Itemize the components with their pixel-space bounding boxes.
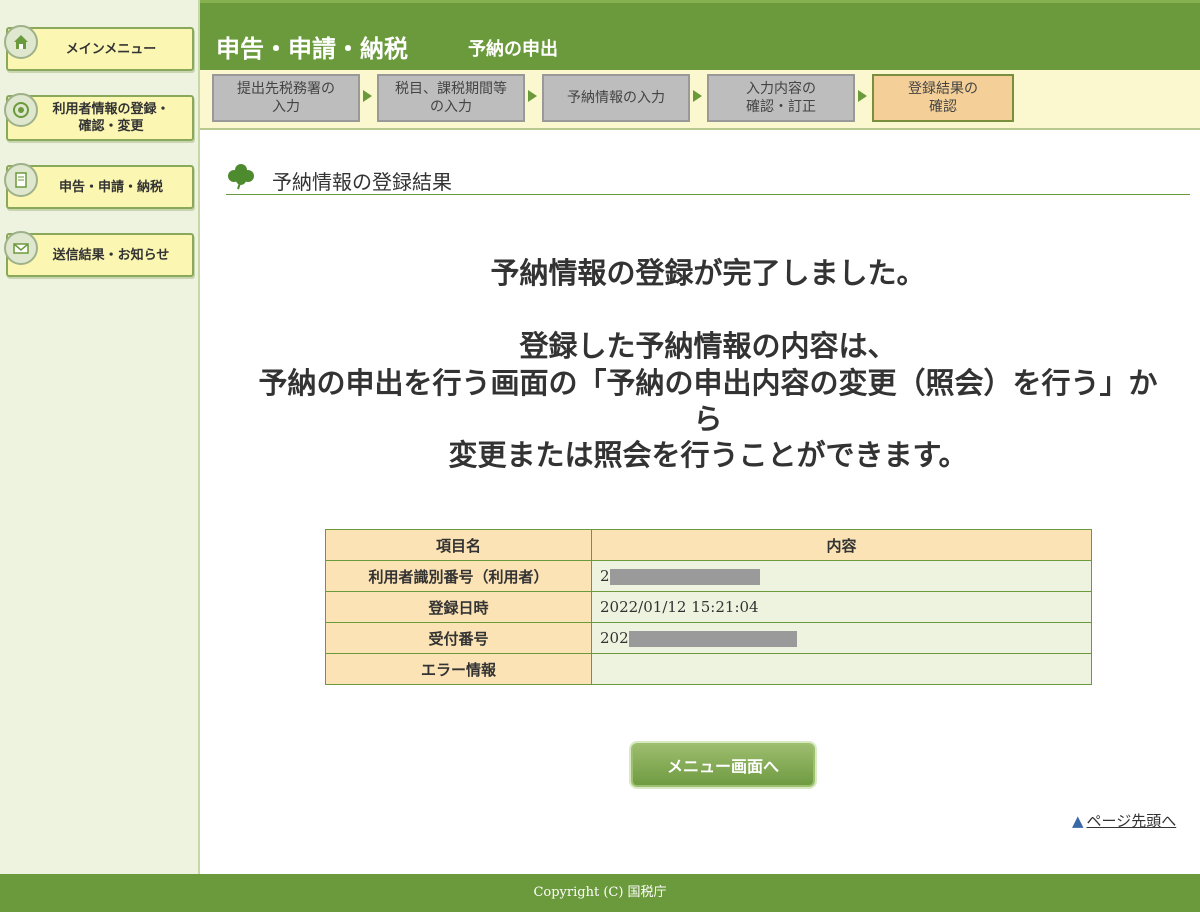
step-tax-office: 提出先税務署の 入力 bbox=[212, 74, 360, 122]
document-icon bbox=[4, 163, 38, 197]
completion-message: 予納情報の登録が完了しました。 bbox=[490, 256, 926, 290]
column-header: 項目名 bbox=[325, 529, 592, 561]
row-value bbox=[591, 653, 1092, 685]
step-tax-period: 税目、課税期間等 の入力 bbox=[377, 74, 525, 122]
step-arrow-icon bbox=[363, 90, 372, 102]
step-arrow-icon bbox=[693, 90, 702, 102]
step-progress: 提出先税務署の 入力 税目、課税期間等 の入力 予納情報の入力 入力内容の 確認… bbox=[200, 70, 1200, 130]
sidebar: メインメニュー 利用者情報の登録・ 確認・変更 申告・申請・納税 送信結果・お知… bbox=[0, 0, 200, 874]
page-title: 申告・申請・納税 bbox=[216, 34, 408, 63]
page-top-link[interactable]: ▲ ページ先頭へ bbox=[1072, 810, 1176, 831]
row-key: 受付番号 bbox=[325, 622, 592, 654]
row-key: エラー情報 bbox=[325, 653, 592, 685]
back-to-menu-button[interactable]: メニュー画面へ bbox=[631, 743, 815, 787]
home-icon bbox=[4, 25, 38, 59]
row-value: 2 bbox=[591, 560, 1092, 592]
info-message-line: 予納の申出を行う画面の「予納の申出内容の変更（照会）を行う」か bbox=[258, 366, 1158, 400]
sidebar-item-results[interactable]: 送信結果・お知らせ bbox=[4, 231, 194, 277]
sidebar-item-user-info[interactable]: 利用者情報の登録・ 確認・変更 bbox=[4, 93, 194, 141]
info-message-line: ら bbox=[693, 402, 723, 436]
step-confirm: 入力内容の 確認・訂正 bbox=[707, 74, 855, 122]
table-row: 登録日時 2022/01/12 15:21:04 bbox=[325, 591, 1092, 623]
step-arrow-icon bbox=[858, 90, 867, 102]
column-header: 内容 bbox=[591, 529, 1092, 561]
table-row: エラー情報 bbox=[325, 653, 1092, 685]
sidebar-item-label: 送信結果・お知らせ bbox=[52, 247, 170, 263]
step-prepay-input: 予納情報の入力 bbox=[542, 74, 690, 122]
sidebar-item-label: メインメニュー bbox=[65, 41, 157, 57]
info-message-line: 変更または照会を行うことができます。 bbox=[448, 438, 968, 472]
clover-icon bbox=[228, 164, 254, 190]
page-subtitle: 予納の申出 bbox=[468, 39, 558, 60]
row-key: 利用者識別番号（利用者） bbox=[325, 560, 592, 592]
result-table: 項目名 内容 利用者識別番号（利用者） 2 登録日時 2022/01/12 15… bbox=[325, 529, 1092, 685]
sidebar-item-label: 利用者情報の登録・ 確認・変更 bbox=[52, 102, 170, 134]
step-arrow-icon bbox=[528, 90, 537, 102]
row-key: 登録日時 bbox=[325, 591, 592, 623]
section-heading: 予納情報の登録結果 bbox=[226, 158, 1190, 195]
receipt-number-value: 202 bbox=[600, 629, 629, 647]
arrow-up-icon: ▲ bbox=[1072, 812, 1084, 830]
table-row: 利用者識別番号（利用者） 2 bbox=[325, 560, 1092, 592]
redaction-bar bbox=[609, 569, 760, 585]
table-row: 受付番号 202 bbox=[325, 622, 1092, 654]
redaction-bar bbox=[628, 631, 797, 647]
sidebar-item-filing[interactable]: 申告・申請・納税 bbox=[4, 163, 194, 209]
mail-icon bbox=[4, 231, 38, 265]
sidebar-item-label: 申告・申請・納税 bbox=[58, 179, 163, 195]
table-header-row: 項目名 内容 bbox=[325, 529, 1092, 561]
user-id-value: 2 bbox=[600, 567, 610, 585]
step-result: 登録結果の 確認 bbox=[872, 74, 1014, 122]
info-message-line: 登録した予納情報の内容は、 bbox=[519, 329, 897, 363]
user-info-icon bbox=[4, 93, 38, 127]
row-value: 202 bbox=[591, 622, 1092, 654]
page-top-label: ページ先頭へ bbox=[1086, 812, 1177, 830]
sidebar-item-main-menu[interactable]: メインメニュー bbox=[4, 25, 194, 71]
footer: Copyright (C) 国税庁 bbox=[0, 874, 1200, 912]
section-title: 予納情報の登録結果 bbox=[272, 170, 452, 194]
row-value: 2022/01/12 15:21:04 bbox=[591, 591, 1092, 623]
header-bar: 申告・申請・納税 予納の申出 bbox=[200, 0, 1200, 70]
